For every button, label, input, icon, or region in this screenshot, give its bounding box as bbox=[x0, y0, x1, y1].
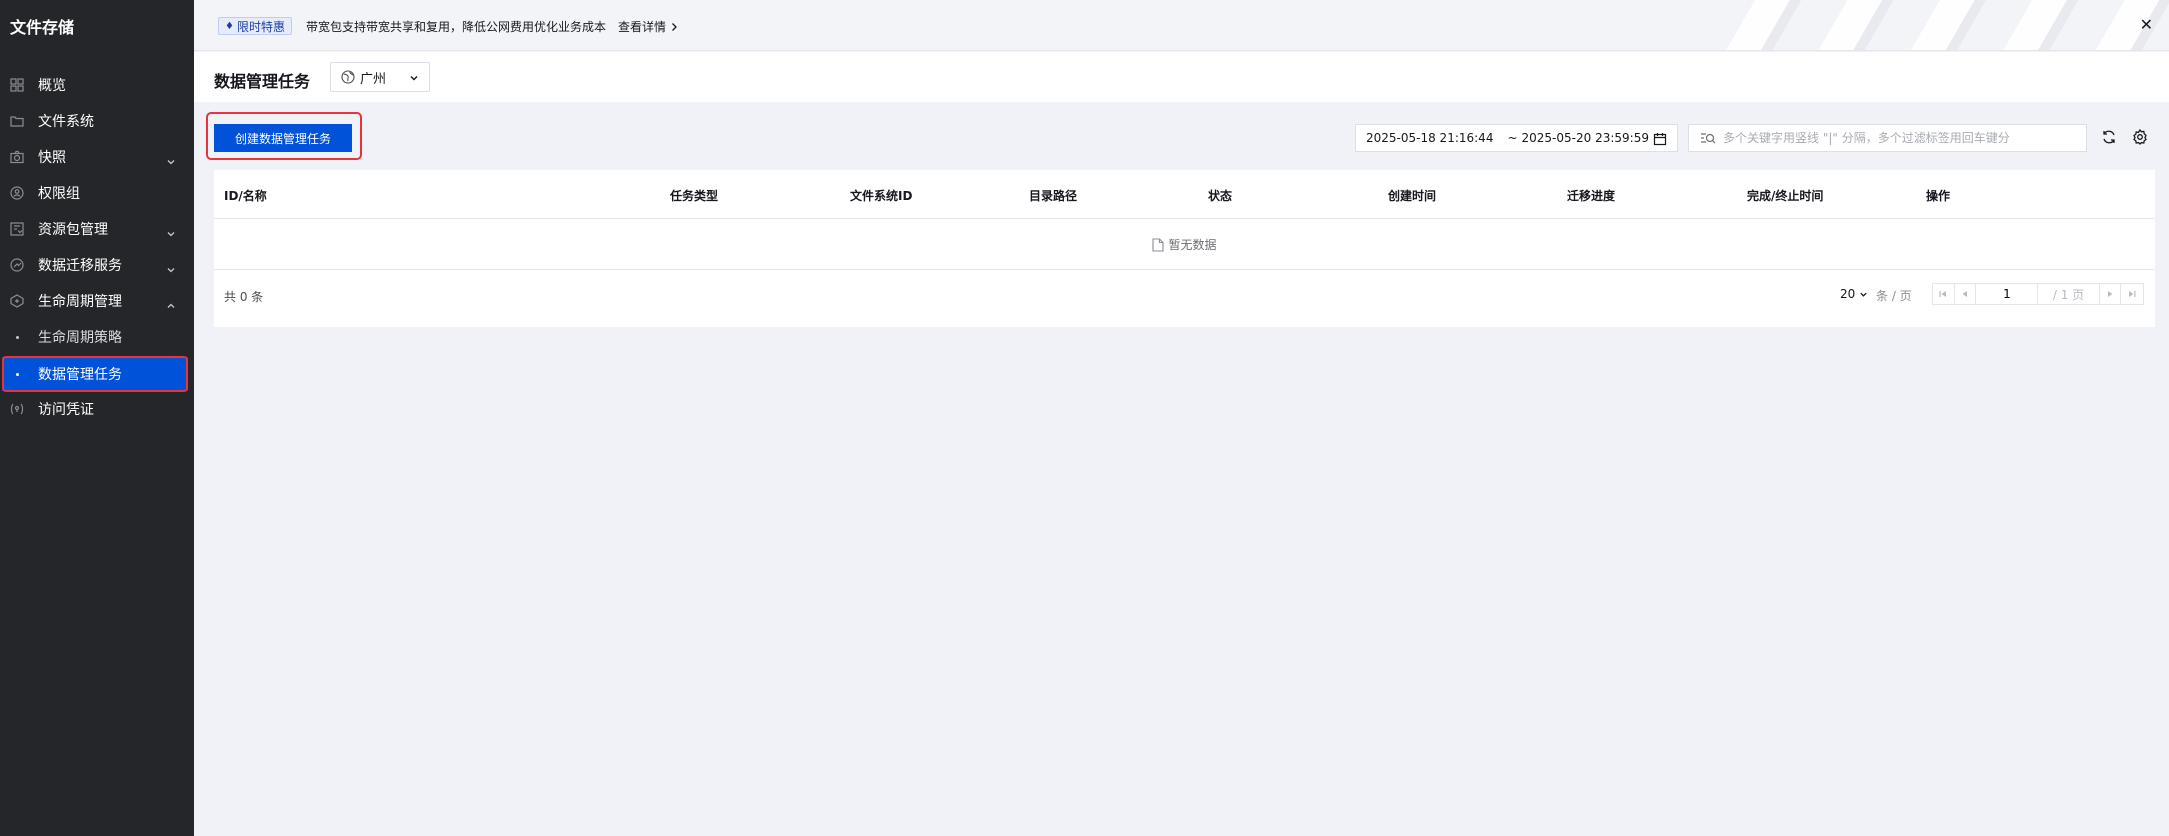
region-value: 广州 bbox=[360, 71, 387, 87]
page-size-select[interactable]: 20 bbox=[1840, 287, 1868, 301]
promo-badge: ♦ 限时特惠 bbox=[218, 17, 292, 35]
sidebar-item-label: 资源包管理 bbox=[38, 222, 108, 238]
chevron-down-icon bbox=[410, 76, 418, 81]
search-input[interactable] bbox=[1723, 129, 2078, 147]
sidebar-item-label: 数据迁移服务 bbox=[38, 258, 122, 274]
sidebar-item-label: 概览 bbox=[38, 78, 66, 94]
date-start: 2025-05-18 21:16:44 bbox=[1366, 131, 1494, 145]
task-table: ID/名称 任务类型 文件系统ID 目录路径 状态 创建时间 迁移进度 完成/终… bbox=[214, 170, 2155, 327]
column-header: ID/名称 bbox=[224, 189, 267, 203]
chevron-down-icon bbox=[166, 260, 176, 273]
last-page-button[interactable] bbox=[2121, 284, 2143, 304]
promo-badge-label: 限时特惠 bbox=[236, 19, 285, 34]
chevron-up-icon bbox=[166, 296, 176, 308]
sidebar-item-label: 生命周期策略 bbox=[38, 330, 122, 346]
empty-text: 暂无数据 bbox=[1168, 238, 1217, 252]
chevron-down-icon bbox=[166, 224, 176, 237]
banner-decoration bbox=[1709, 0, 2169, 50]
table-footer: 共 0 条 20 条 / 页 / 1 页 bbox=[214, 271, 2155, 327]
column-header: 文件系统ID bbox=[850, 189, 913, 203]
chevron-down-icon bbox=[1860, 292, 1867, 297]
calendar-icon bbox=[1653, 133, 1667, 146]
sidebar-item-data-migration[interactable]: 数据迁移服务 bbox=[0, 248, 194, 282]
sidebar-item-label: 生命周期管理 bbox=[38, 294, 122, 310]
prev-page-button[interactable] bbox=[1955, 284, 1977, 304]
sidebar: 文件存储 概览 文件系统 快照 权限组 资源包管理 数据迁移服务 生命周期管理 … bbox=[0, 0, 194, 836]
create-task-button[interactable]: 创建数据管理任务 bbox=[214, 124, 352, 152]
document-icon bbox=[1152, 237, 1165, 252]
first-page-button[interactable] bbox=[1933, 284, 1955, 304]
sidebar-item-overview[interactable]: 概览 bbox=[0, 68, 194, 102]
sidebar-item-label: 访问凭证 bbox=[38, 402, 94, 418]
refresh-icon[interactable] bbox=[2101, 129, 2117, 145]
column-header: 操作 bbox=[1926, 189, 1951, 203]
sidebar-item-label: 权限组 bbox=[38, 186, 80, 202]
column-header: 完成/终止时间 bbox=[1747, 189, 1824, 203]
column-header: 任务类型 bbox=[670, 189, 719, 203]
page-header: 数据管理任务 广州 bbox=[194, 52, 2169, 102]
sidebar-item-access-credential[interactable]: 访问凭证 bbox=[0, 392, 194, 426]
pagination: / 1 页 bbox=[1932, 283, 2144, 305]
settings-icon[interactable] bbox=[2132, 129, 2148, 145]
app-title: 文件存储 bbox=[10, 18, 75, 37]
sidebar-item-lifecycle-policy[interactable]: 生命周期策略 bbox=[0, 320, 194, 354]
folder-icon bbox=[10, 114, 24, 128]
total-pages: / 1 页 bbox=[2038, 284, 2100, 304]
credential-icon bbox=[10, 402, 24, 416]
date-end: 2025-05-20 23:59:59 bbox=[1521, 131, 1649, 145]
page-title: 数据管理任务 bbox=[214, 72, 311, 91]
promo-details-link[interactable]: 查看详情 bbox=[618, 18, 678, 35]
permission-icon bbox=[10, 186, 24, 200]
lifecycle-icon bbox=[10, 294, 24, 308]
date-range-picker[interactable]: 2025-05-18 21:16:44 ~ 2025-05-20 23:59:5… bbox=[1355, 124, 1678, 152]
close-icon[interactable]: ✕ bbox=[2140, 15, 2153, 34]
chevron-right-icon bbox=[672, 22, 677, 31]
empty-state: 暂无数据 bbox=[214, 220, 2155, 270]
column-header: 目录路径 bbox=[1029, 189, 1078, 203]
sidebar-item-permission-group[interactable]: 权限组 bbox=[0, 176, 194, 210]
sidebar-item-data-management-task[interactable]: 数据管理任务 bbox=[2, 357, 188, 391]
date-separator: ~ bbox=[1507, 131, 1518, 145]
globe-icon bbox=[341, 70, 355, 84]
prev-page-icon bbox=[1962, 291, 1968, 297]
grid-icon bbox=[10, 78, 24, 92]
sidebar-item-label: 文件系统 bbox=[38, 114, 94, 130]
sidebar-item-file-system[interactable]: 文件系统 bbox=[0, 104, 194, 138]
promo-banner: ♦ 限时特惠 带宽包支持带宽共享和复用，降低公网费用优化业务成本 查看详情 ✕ bbox=[194, 0, 2169, 51]
sidebar-item-label: 数据管理任务 bbox=[38, 367, 122, 383]
total-count: 共 0 条 bbox=[224, 290, 264, 304]
sidebar-item-snapshot[interactable]: 快照 bbox=[0, 140, 194, 174]
migration-icon bbox=[10, 258, 24, 272]
filter-search-icon bbox=[1701, 133, 1716, 144]
chevron-down-icon bbox=[166, 152, 176, 165]
bullet-icon bbox=[16, 336, 19, 339]
sidebar-item-label: 快照 bbox=[38, 150, 66, 166]
column-header: 迁移进度 bbox=[1567, 189, 1616, 203]
camera-icon bbox=[10, 150, 24, 164]
column-header: 创建时间 bbox=[1388, 189, 1437, 203]
per-page-label: 条 / 页 bbox=[1876, 289, 1912, 303]
column-header: 状态 bbox=[1208, 189, 1233, 203]
last-page-icon bbox=[2129, 291, 2136, 297]
fire-icon: ♦ bbox=[225, 20, 234, 32]
package-icon bbox=[10, 222, 24, 236]
promo-text: 带宽包支持带宽共享和复用，降低公网费用优化业务成本 bbox=[306, 20, 607, 34]
region-select[interactable]: 广州 bbox=[330, 62, 430, 92]
next-page-button[interactable] bbox=[2100, 284, 2122, 304]
table-header: ID/名称 任务类型 文件系统ID 目录路径 状态 创建时间 迁移进度 完成/终… bbox=[214, 170, 2155, 219]
promo-details-label: 查看详情 bbox=[618, 20, 667, 34]
next-page-icon bbox=[2107, 291, 2113, 297]
page-size-value: 20 bbox=[1840, 287, 1856, 301]
sidebar-item-lifecycle[interactable]: 生命周期管理 bbox=[0, 284, 194, 318]
search-box bbox=[1688, 124, 2087, 152]
bullet-icon bbox=[16, 373, 19, 376]
sidebar-item-resource-package[interactable]: 资源包管理 bbox=[0, 212, 194, 246]
page-number-input[interactable] bbox=[1976, 284, 2039, 304]
first-page-icon bbox=[1939, 291, 1947, 297]
